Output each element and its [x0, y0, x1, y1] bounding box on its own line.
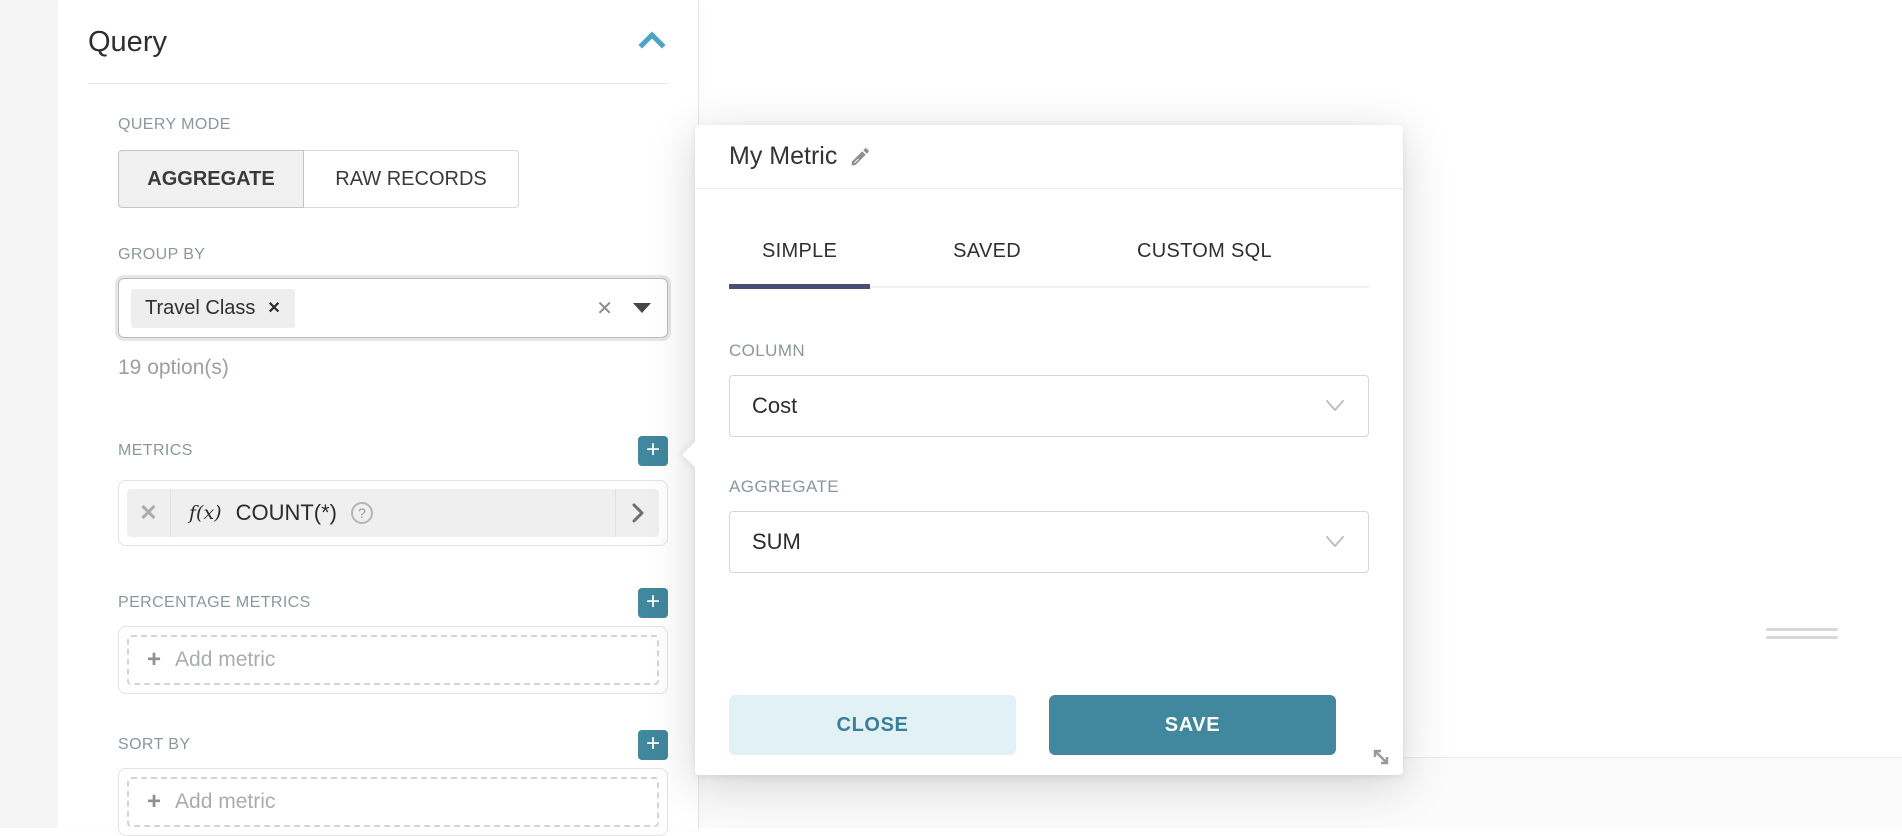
plus-icon: + — [147, 648, 161, 672]
save-button[interactable]: SAVE — [1049, 695, 1336, 755]
edit-title-button[interactable] — [849, 146, 871, 168]
group-by-options-hint: 19 option(s) — [118, 356, 668, 380]
sort-by-add-dropzone[interactable]: + Add metric — [127, 777, 659, 827]
query-mode-raw-records-button[interactable]: RAW RECORDS — [304, 150, 519, 208]
metric-title: My Metric — [729, 142, 837, 171]
chevron-down-icon — [1324, 399, 1346, 413]
group-by-chip[interactable]: Travel Class ✕ — [131, 289, 295, 328]
query-section-header: Query — [88, 0, 668, 84]
query-section-title: Query — [88, 26, 167, 59]
metric-name: COUNT(*) — [236, 500, 337, 526]
percentage-metrics-label: PERCENTAGE METRICS — [118, 594, 311, 612]
chevron-right-icon — [630, 502, 646, 524]
column-label: COLUMN — [729, 341, 1369, 361]
chip-remove-icon[interactable]: ✕ — [267, 298, 280, 318]
add-metric-placeholder: Add metric — [175, 648, 275, 672]
add-metric-plus-button[interactable]: + — [638, 436, 668, 466]
tab-custom-sql[interactable]: CUSTOM SQL — [1104, 213, 1305, 289]
popover-resize-grip[interactable] — [1367, 743, 1395, 771]
metric-container: ✕ f(x) COUNT(*) ? — [118, 480, 668, 546]
column-select[interactable]: Cost — [729, 375, 1369, 437]
metric-expand-chevron[interactable] — [615, 489, 659, 537]
sort-by-label: SORT BY — [118, 736, 190, 754]
chevron-down-icon — [1324, 535, 1346, 549]
resize-handle-bar — [1766, 636, 1838, 639]
add-metric-placeholder: Add metric — [175, 790, 275, 814]
query-mode-label: QUERY MODE — [118, 116, 668, 134]
add-sort-metric-plus-button[interactable]: + — [638, 730, 668, 760]
query-mode-segmented-control: AGGREGATE RAW RECORDS — [118, 150, 668, 208]
query-mode-aggregate-button[interactable]: AGGREGATE — [118, 150, 304, 208]
sort-by-container: + Add metric — [118, 768, 668, 836]
help-icon: ? — [351, 502, 373, 524]
query-control-panel: Query QUERY MODE AGGREGATE RAW RECORDS — [58, 0, 699, 828]
metric-editor-tabs: SIMPLE SAVED CUSTOM SQL — [729, 213, 1369, 289]
group-by-chip-label: Travel Class — [145, 297, 255, 320]
resize-handle-bar — [1766, 628, 1838, 631]
group-by-select[interactable]: Travel Class ✕ ✕ — [118, 278, 668, 338]
aggregate-select-value: SUM — [752, 529, 801, 555]
metrics-label: METRICS — [118, 442, 193, 460]
collapsed-side-rail — [0, 0, 58, 828]
plus-icon: + — [147, 790, 161, 814]
metric-pill[interactable]: ✕ f(x) COUNT(*) ? — [127, 489, 659, 537]
percentage-metric-add-dropzone[interactable]: + Add metric — [127, 635, 659, 685]
popover-header: My Metric — [695, 125, 1403, 189]
diagonal-resize-icon — [1367, 743, 1395, 771]
add-percentage-metric-plus-button[interactable]: + — [638, 588, 668, 618]
close-button[interactable]: CLOSE — [729, 695, 1016, 755]
clear-all-icon[interactable]: ✕ — [596, 296, 613, 321]
pencil-icon — [849, 146, 871, 168]
function-icon: f(x) — [189, 502, 222, 524]
column-select-value: Cost — [752, 393, 797, 419]
horizontal-resize-handle[interactable] — [1766, 628, 1838, 644]
metric-pill-body[interactable]: f(x) COUNT(*) ? — [171, 489, 615, 537]
collapse-section-button[interactable] — [638, 31, 666, 54]
tab-saved[interactable]: SAVED — [920, 213, 1054, 289]
caret-down-icon[interactable] — [633, 303, 651, 313]
aggregate-select[interactable]: SUM — [729, 511, 1369, 573]
metric-remove-icon[interactable]: ✕ — [127, 489, 171, 537]
aggregate-label: AGGREGATE — [729, 477, 1369, 497]
metric-editor-popover: My Metric SIMPLE SAVED CUSTOM SQL COLUMN… — [695, 125, 1403, 775]
percentage-metric-container: + Add metric — [118, 626, 668, 694]
chevron-up-icon — [638, 31, 666, 54]
popover-footer: CLOSE SAVE — [729, 695, 1369, 755]
tab-simple[interactable]: SIMPLE — [729, 213, 870, 289]
group-by-label: GROUP BY — [118, 246, 668, 264]
